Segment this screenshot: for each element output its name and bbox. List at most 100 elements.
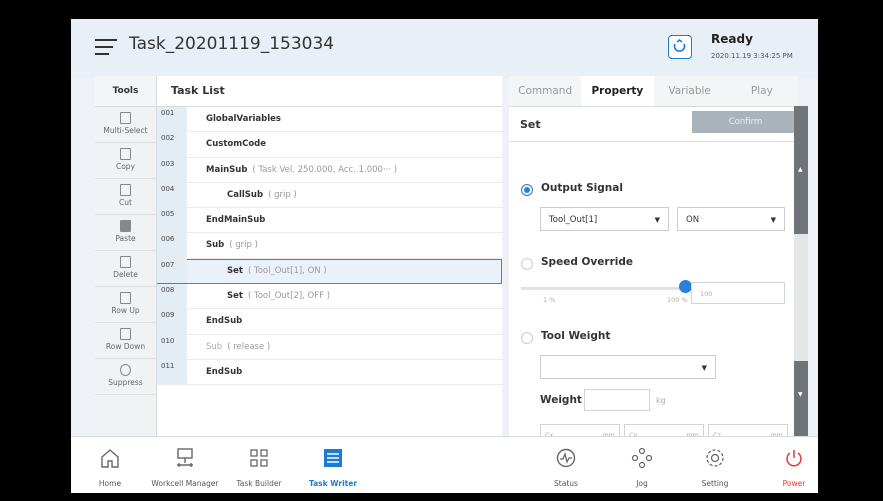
delete-icon [120, 256, 131, 268]
speed-override-radio[interactable] [521, 258, 533, 270]
suppress-icon [120, 364, 131, 376]
scrollbar-thumb-lower[interactable]: ▼ [794, 361, 808, 436]
suppress-button[interactable]: Suppress [95, 359, 156, 395]
task-row-number: 002 [157, 132, 187, 157]
task-row[interactable]: 008 Set ( Tool_Out[2], OFF ) [157, 284, 502, 310]
output-signal-radio[interactable] [521, 184, 533, 196]
power-icon [786, 450, 802, 467]
output-signal-value: Tool_Out[1] [549, 215, 598, 225]
nav-status-label: Status [554, 479, 578, 488]
copy-button[interactable]: Copy [95, 143, 156, 179]
tool-label: Copy [115, 162, 136, 171]
header: Task_20201119_153034 Ready 2020.11.19 3:… [71, 19, 818, 78]
task-row-command: EndSub [206, 316, 242, 326]
tools-heading: Tools [95, 76, 156, 107]
weight-label: Weight [540, 394, 582, 406]
tool-weight-select[interactable]: ▼ [540, 355, 716, 379]
row-down-icon [120, 328, 131, 340]
workcell-manager-icon [177, 448, 193, 467]
paste-button[interactable]: Paste [95, 215, 156, 251]
task-builder-icon [250, 449, 268, 467]
chevron-down-icon: ▼ [701, 364, 707, 372]
weight-input[interactable] [584, 389, 650, 411]
task-command-name: Sub [206, 341, 223, 352]
tab-property[interactable]: Property [581, 76, 654, 106]
task-list-rows: 001 GlobalVariables 002 CustomCode 003 MainSu… [157, 107, 502, 386]
status-datetime: 2020.11.19 3:34:25 PM [711, 52, 793, 60]
nav-power[interactable]: Power [777, 437, 811, 493]
speed-override-input[interactable]: 100 [691, 282, 785, 304]
output-value: ON [686, 215, 700, 225]
weight-unit: kg [656, 396, 666, 405]
task-command-params: ( Task Vel. 250.000, Acc. 1.000··· ) [252, 164, 398, 175]
task-command-name: EndSub [206, 366, 243, 377]
tool-label: Cut [119, 198, 132, 207]
scrollbar-thumb-upper[interactable]: ▲ [794, 106, 808, 234]
nav-setting[interactable]: Setting [698, 437, 732, 493]
tab-variable[interactable]: Variable [654, 76, 726, 106]
nav-task-builder[interactable]: Task Builder [231, 437, 287, 493]
panel-tabs: Command Property Variable Play [509, 76, 798, 107]
task-command-name: Sub [206, 240, 225, 251]
set-bar: Set Confirm [509, 107, 799, 142]
row-up-button[interactable]: Row Up [95, 287, 156, 323]
task-command-name: GlobalVariables [206, 114, 281, 124]
task-command-params: ( grip ) [268, 189, 297, 200]
task-row[interactable]: 003 MainSub ( Task Vel. 250.000, Acc. 1.00… [157, 157, 502, 183]
task-row-command: Sub ( grip ) [206, 240, 258, 250]
panel-scrollbar[interactable]: ▲ ▼ [794, 106, 808, 436]
robot-status-icon[interactable] [668, 35, 692, 59]
task-row[interactable]: 007 Set ( Tool_Out[1], ON ) [157, 258, 502, 285]
scroll-down-icon: ▼ [798, 391, 803, 398]
task-row-number: 011 [157, 359, 187, 385]
speed-override-slider[interactable] [521, 287, 685, 290]
tool-label: Multi-Select [103, 126, 148, 135]
task-command-params: ( release ) [227, 341, 271, 352]
nav-home-label: Home [98, 479, 122, 488]
tool-label: Suppress [108, 378, 143, 387]
task-row[interactable]: 009 EndSub [157, 309, 502, 335]
nav-home[interactable]: Home [95, 437, 125, 493]
tool-label: Row Down [105, 342, 146, 351]
task-row[interactable]: 011 EndSub [157, 359, 502, 386]
task-row[interactable]: 005 EndMainSub [157, 208, 502, 234]
bottom-navigation: Home Workcell Manager Task Builder Task … [71, 436, 818, 493]
jog-icon [631, 447, 653, 469]
task-row[interactable]: 006 Sub ( grip ) [157, 233, 502, 259]
row-down-button[interactable]: Row Down [95, 323, 156, 359]
tool-weight-radio[interactable] [521, 332, 533, 344]
slider-min-label: 1 % [543, 296, 556, 304]
multi-select-button[interactable]: Multi-Select [95, 107, 156, 143]
nav-task-writer[interactable]: Task Writer [307, 437, 359, 493]
task-command-name: MainSub [206, 164, 248, 175]
output-signal-select[interactable]: Tool_Out[1] ▼ [540, 207, 669, 231]
tab-play[interactable]: Play [726, 76, 798, 106]
task-row-command: Set ( Tool_Out[1], ON ) [227, 266, 327, 276]
task-list-heading: Task List [157, 76, 502, 107]
nav-workcell-manager[interactable]: Workcell Manager [147, 437, 223, 493]
robot-teach-pendant-screen: Task_20201119_153034 Ready 2020.11.19 3:… [71, 19, 818, 493]
task-command-name: CustomCode [206, 139, 267, 150]
task-command-name: Set [227, 265, 243, 276]
task-row[interactable]: 004 CallSub ( grip ) [157, 182, 502, 209]
cut-button[interactable]: Cut [95, 179, 156, 215]
delete-button[interactable]: Delete [95, 251, 156, 287]
task-row-number: 007 [157, 258, 187, 284]
task-command-name: EndSub [206, 316, 243, 327]
task-row-command: Sub ( release ) [206, 342, 270, 352]
task-row-number: 008 [157, 284, 187, 309]
task-row[interactable]: 010 Sub ( release ) [157, 334, 502, 360]
tools-column: Tools Multi-Select Copy Cut Paste Delete… [95, 76, 157, 436]
menu-icon[interactable] [95, 39, 117, 57]
tab-command[interactable]: Command [509, 76, 581, 106]
task-row-number: 004 [157, 182, 187, 208]
nav-jog[interactable]: Jog [627, 437, 657, 493]
output-value-select[interactable]: ON ▼ [677, 207, 785, 231]
task-row[interactable]: 002 CustomCode [157, 132, 502, 158]
scroll-up-icon: ▲ [798, 166, 803, 173]
task-command-params: ( grip ) [229, 240, 258, 251]
confirm-button[interactable]: Confirm [692, 111, 799, 133]
task-writer-icon [324, 449, 342, 467]
task-row[interactable]: 001 GlobalVariables [157, 107, 502, 133]
nav-status[interactable]: Status [549, 437, 583, 493]
